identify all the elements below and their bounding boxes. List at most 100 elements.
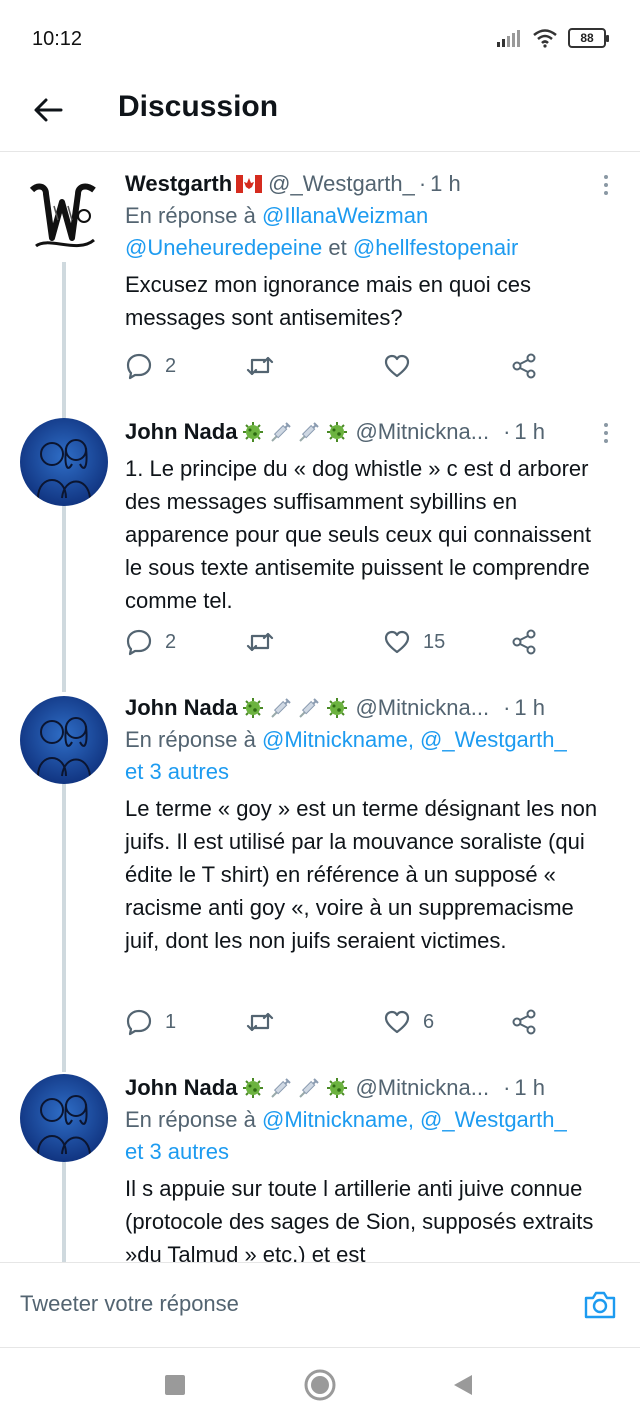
share-button[interactable]	[510, 624, 538, 660]
page-title: Discussion	[118, 90, 279, 123]
reply-icon	[126, 353, 152, 380]
like-count: 15	[423, 630, 446, 653]
retweet-button[interactable]	[245, 624, 287, 660]
reply-button[interactable]: 2	[125, 348, 176, 384]
couple-drawing-avatar-icon	[20, 1074, 108, 1162]
reply-icon	[126, 629, 152, 656]
virus-emoji-icon	[325, 696, 349, 720]
reply-input[interactable]: Tweeter votre réponse	[20, 1291, 239, 1317]
reply-compose-bar: Tweeter votre réponse	[0, 1262, 640, 1348]
gothic-w-logo-icon	[29, 183, 96, 248]
syringe-emoji-icon	[297, 1076, 321, 1100]
virus-emoji-icon	[241, 1076, 265, 1100]
avatar[interactable]	[20, 418, 108, 506]
reply-and: et	[328, 235, 347, 260]
tweet-content: John Nada @Mitnickna... · 1 h En réponse…	[125, 692, 610, 957]
like-button[interactable]: 6	[383, 1004, 434, 1040]
recent-apps-button[interactable]	[158, 1368, 192, 1402]
tweet-time[interactable]: 1 h	[514, 419, 545, 445]
tweet-actions: 1 6	[125, 1004, 545, 1040]
like-button[interactable]	[383, 348, 423, 384]
virus-emoji-icon	[241, 696, 265, 720]
battery-indicator: 88	[568, 28, 609, 48]
retweet-icon	[246, 632, 274, 652]
tweet-text: 1. Le principe du « dog whistle » c est …	[125, 456, 591, 613]
square-icon	[165, 1375, 185, 1395]
tweet-header: John Nada @Mitnickna... · 1 h	[125, 416, 610, 448]
retweet-button[interactable]	[245, 1004, 287, 1040]
syringe-emoji-icon	[297, 420, 321, 444]
tweet[interactable]: Westgarth @_Westgarth_ · 1 h En réponse …	[0, 166, 640, 412]
author-name[interactable]: John Nada	[125, 1075, 237, 1101]
tweet-text: Excusez mon ignorance mais en quoi ces m…	[125, 272, 531, 330]
tweet-text: Il s appuie sur toute l artillerie anti …	[125, 1176, 594, 1262]
author-handle[interactable]: @Mitnickna...	[355, 1075, 489, 1101]
reply-icon	[126, 1009, 152, 1036]
share-icon	[512, 1009, 536, 1035]
like-icon	[384, 630, 410, 654]
author-handle[interactable]: @Mitnickna...	[355, 419, 489, 445]
mention-link[interactable]: @Uneheuredepeine	[125, 235, 322, 260]
home-button[interactable]	[303, 1368, 337, 1402]
reply-count: 2	[165, 354, 177, 377]
back-button[interactable]	[28, 90, 68, 130]
mention-link[interactable]: @Mitnickname, @_Westgarth_	[262, 1107, 567, 1132]
reply-prefix: En réponse à	[125, 203, 256, 228]
author-handle[interactable]: @_Westgarth_	[268, 171, 415, 197]
status-time: 10:12	[32, 28, 83, 50]
reply-count: 2	[165, 630, 177, 653]
separator-dot: ·	[503, 419, 511, 444]
share-icon	[512, 629, 536, 655]
camera-button[interactable]	[582, 1287, 618, 1323]
like-button[interactable]: 15	[383, 624, 445, 660]
status-icons: 88	[496, 28, 609, 48]
avatar[interactable]	[24, 176, 104, 256]
conversation-feed[interactable]: Westgarth @_Westgarth_ · 1 h En réponse …	[0, 152, 640, 1262]
tweet[interactable]: John Nada @Mitnickna... · 1 h 1. Le prin…	[0, 414, 640, 694]
like-count: 6	[423, 1010, 435, 1033]
system-navigation-bar	[0, 1348, 640, 1422]
virus-emoji-icon	[241, 420, 265, 444]
avatar[interactable]	[20, 696, 108, 784]
author-name[interactable]: Westgarth	[125, 171, 232, 197]
avatar[interactable]	[20, 1074, 108, 1162]
tweet-header: John Nada @Mitnickna... · 1 h	[125, 1072, 610, 1104]
status-bar: 10:12 88	[0, 0, 640, 80]
tweet-time[interactable]: 1 h	[514, 1075, 545, 1101]
author-name[interactable]: John Nada	[125, 419, 237, 445]
reply-context: En réponse à @Mitnickname, @_Westgarth_ …	[125, 1104, 610, 1168]
back-arrow-icon	[34, 98, 63, 122]
reply-button[interactable]: 1	[125, 1004, 176, 1040]
tweet-content: John Nada @Mitnickna... · 1 h 1. Le prin…	[125, 416, 610, 617]
camera-icon	[584, 1291, 616, 1319]
tweet-time[interactable]: 1 h	[430, 171, 461, 197]
more-options-button[interactable]	[596, 170, 616, 200]
syringe-emoji-icon	[269, 1076, 293, 1100]
tweet[interactable]: John Nada @Mitnickna... · 1 h En réponse…	[0, 1072, 640, 1262]
retweet-button[interactable]	[245, 348, 287, 384]
author-name[interactable]: John Nada	[125, 695, 237, 721]
mention-link[interactable]: et 3 autres	[125, 759, 229, 784]
like-icon	[384, 354, 410, 378]
couple-drawing-avatar-icon	[20, 696, 108, 784]
share-button[interactable]	[510, 348, 538, 384]
wifi-icon	[533, 29, 557, 48]
tweet-time[interactable]: 1 h	[514, 695, 545, 721]
mention-link[interactable]: @hellfestopenair	[353, 235, 518, 260]
back-nav-button[interactable]	[446, 1368, 480, 1402]
tweet-actions: 2 15	[125, 624, 545, 660]
share-icon	[512, 353, 536, 379]
reply-button[interactable]: 2	[125, 624, 176, 660]
separator-dot: ·	[503, 695, 511, 720]
author-handle[interactable]: @Mitnickna...	[355, 695, 489, 721]
mention-link[interactable]: @IllanaWeizman	[262, 203, 428, 228]
mention-link[interactable]: @Mitnickname, @_Westgarth_	[262, 727, 567, 752]
tweet-text: Le terme « goy » est un terme désignant …	[125, 796, 598, 953]
mention-link[interactable]: et 3 autres	[125, 1139, 229, 1164]
retweet-icon	[246, 356, 274, 376]
tweet[interactable]: John Nada @Mitnickna... · 1 h En réponse…	[0, 692, 640, 1072]
syringe-emoji-icon	[297, 696, 321, 720]
share-button[interactable]	[510, 1004, 538, 1040]
more-options-button[interactable]	[596, 418, 616, 448]
virus-emoji-icon	[325, 1076, 349, 1100]
